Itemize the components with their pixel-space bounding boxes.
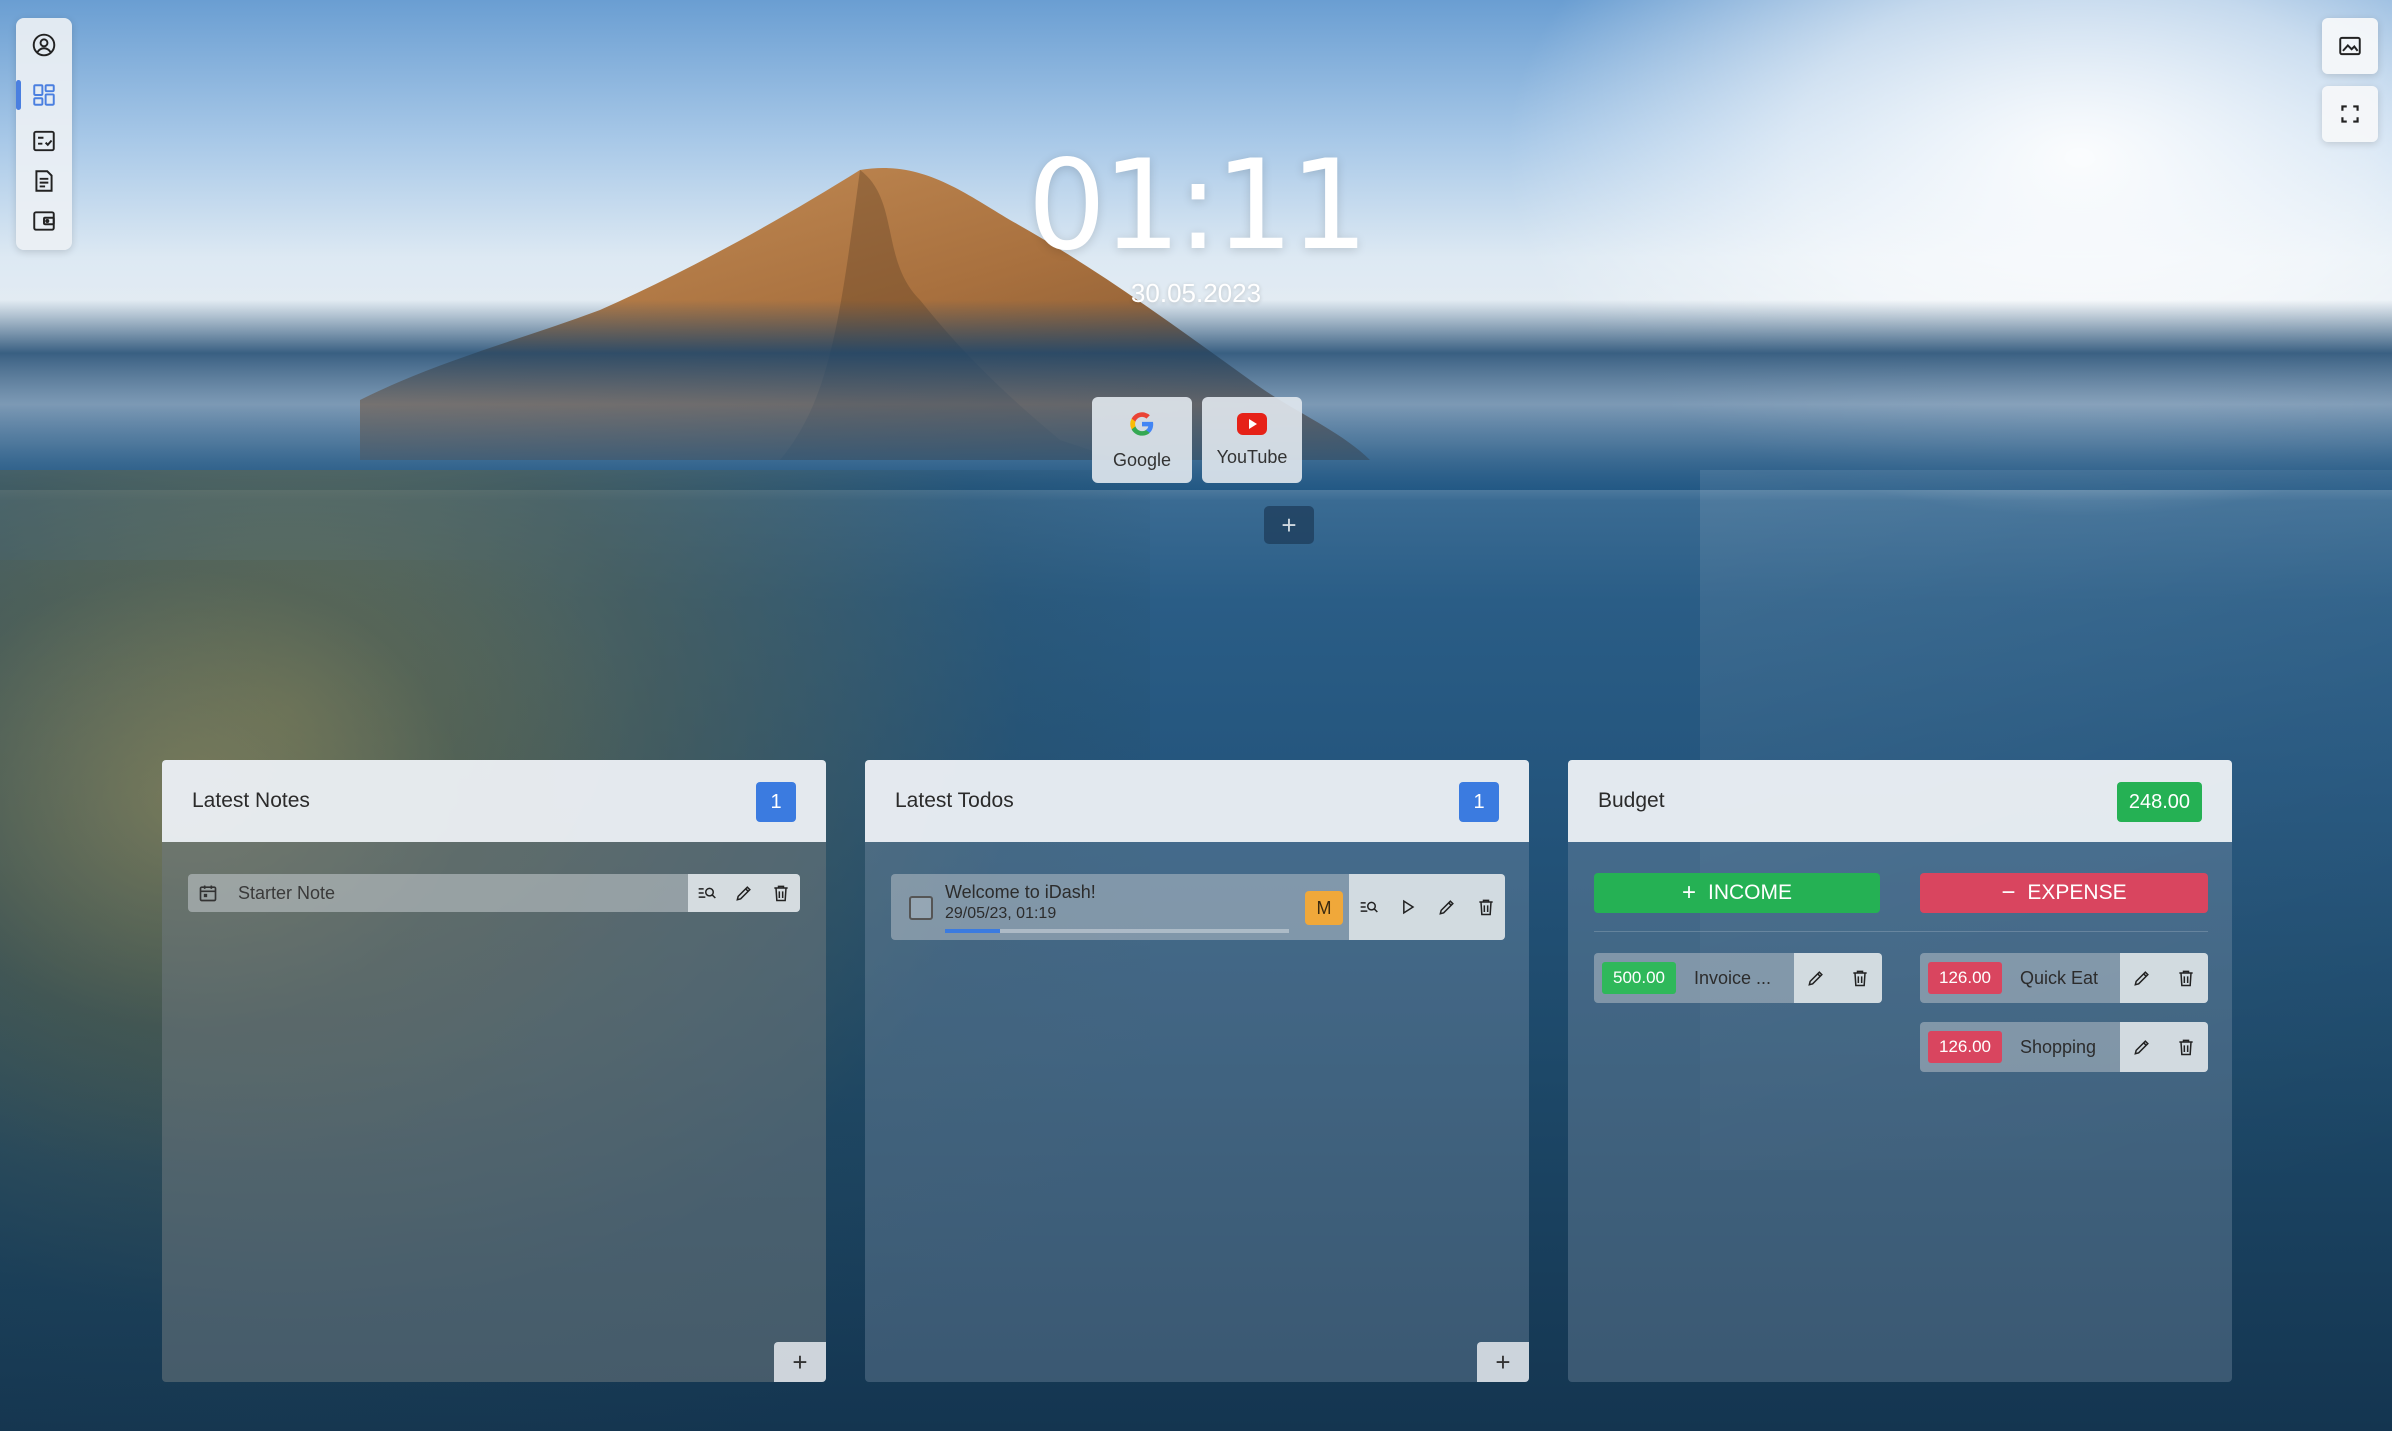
search-list-icon [698,887,716,899]
income-actions [1794,953,1882,1003]
sidebar [16,18,72,250]
expense-name: Shopping [2020,1037,2097,1057]
sidebar-item-budget[interactable] [16,201,72,241]
todo-view-button[interactable] [1356,894,1382,920]
shortcut-google[interactable]: Google [1092,397,1192,483]
todo-delete-button[interactable] [1473,894,1499,920]
shortcut-google-label: Google [1112,449,1172,470]
google-icon [1130,411,1154,436]
todo-priority-badge: M [1305,891,1343,925]
todo-item[interactable]: Welcome to iDash! 29/05/23, 01:19 M [891,874,1505,940]
shortcut-youtube-label: YouTube [1216,446,1288,467]
background-waterline [0,300,2392,490]
budget-panel: Budget 248.00 + INCOME − EXPENSE 500.00 … [1568,760,2232,1382]
clock-time: 01:11 [1027,134,1368,278]
income-name: Invoice ... [1694,968,1772,988]
income-item[interactable]: 500.00 Invoice ... [1594,953,1882,1003]
minus-icon: − [2001,879,2016,906]
income-edit-button[interactable] [1803,965,1829,991]
user-circle-icon [32,33,56,57]
play-icon [1402,899,1414,915]
expense-actions [2120,953,2208,1003]
pencil-icon [736,886,751,901]
sidebar-item-profile[interactable] [16,25,72,65]
budget-total-badge: 248.00 [2116,782,2202,822]
trash-icon [1853,970,1867,987]
notes-count-badge: 1 [756,782,796,822]
todos-count-badge: 1 [1459,782,1499,822]
todo-progress-fill [945,929,1001,933]
wallpaper-button[interactable] [2322,18,2378,74]
trash-icon [774,885,788,902]
todo-start-button[interactable] [1395,894,1421,920]
pencil-icon [2134,1040,2149,1055]
latest-notes-panel: Latest Notes 1 Starter Note + [162,760,826,1382]
todo-title: Welcome to iDash! [945,882,1096,902]
pencil-icon [1438,900,1454,915]
latest-todos-title: Latest Todos [895,789,1014,812]
todo-progress-bar [945,929,1289,933]
dashboard-icon [33,84,55,106]
budget-header: Budget 248.00 [1568,760,2232,842]
clock-date: 30.05.2023 [1130,278,1262,308]
income-button-label: INCOME [1708,881,1792,904]
latest-notes-header: Latest Notes 1 [162,760,826,842]
fullscreen-icon [2341,105,2359,123]
image-icon [2339,36,2361,56]
note-item[interactable]: Starter Note [188,874,800,912]
add-note-button[interactable]: + [774,1342,826,1382]
fullscreen-button[interactable] [2322,86,2378,142]
todo-date: 29/05/23, 01:19 [945,905,1057,922]
trash-icon [2179,1039,2193,1056]
pencil-icon [1808,971,1823,986]
income-amount: 500.00 [1602,962,1676,994]
note-title: Starter Note [238,883,336,903]
note-actions [688,874,800,912]
budget-title: Budget [1598,789,1665,812]
sidebar-item-dashboard[interactable] [16,75,72,115]
sidebar-item-notes[interactable] [16,161,72,201]
add-expense-button[interactable]: − EXPENSE [1920,873,2208,913]
calendar-icon [199,885,217,902]
pencil-icon [2134,971,2149,986]
document-icon [35,170,53,192]
expense-delete-button[interactable] [2173,965,2199,991]
plus-icon: + [1681,879,1696,906]
expense-item[interactable]: 126.00 Shopping [1920,1022,2208,1072]
latest-notes-title: Latest Notes [192,789,310,812]
youtube-icon [1237,412,1267,435]
expense-edit-button[interactable] [2129,1034,2155,1060]
expense-amount: 126.00 [1928,1031,2002,1063]
search-list-icon [1360,901,1378,913]
todo-actions [1349,874,1505,940]
expense-edit-button[interactable] [2129,965,2155,991]
budget-divider [1594,931,2208,932]
expense-name: Quick Eat [2020,968,2099,988]
add-todo-button[interactable]: + [1477,1342,1529,1382]
trash-icon [1478,899,1493,916]
sidebar-item-todos[interactable] [16,121,72,161]
expense-actions [2120,1022,2208,1072]
income-delete-button[interactable] [1847,965,1873,991]
add-income-button[interactable]: + INCOME [1594,873,1880,913]
todo-checkbox[interactable] [909,896,933,920]
todo-edit-button[interactable] [1434,894,1460,920]
note-delete-button[interactable] [768,880,794,906]
latest-todos-panel: Latest Todos 1 Welcome to iDash! 29/05/2… [865,760,1529,1382]
shortcut-youtube[interactable]: YouTube [1202,397,1302,483]
expense-amount: 126.00 [1928,962,2002,994]
trash-icon [2179,970,2193,987]
note-edit-button[interactable] [731,880,757,906]
expense-button-label: EXPENSE [2027,881,2127,904]
expense-item[interactable]: 126.00 Quick Eat [1920,953,2208,1003]
add-shortcut-button[interactable]: + [1264,506,1314,544]
expense-delete-button[interactable] [2173,1034,2199,1060]
note-view-button[interactable] [694,880,720,906]
latest-todos-header: Latest Todos 1 [865,760,1529,842]
checklist-icon [33,130,55,152]
wallet-icon [33,211,55,231]
